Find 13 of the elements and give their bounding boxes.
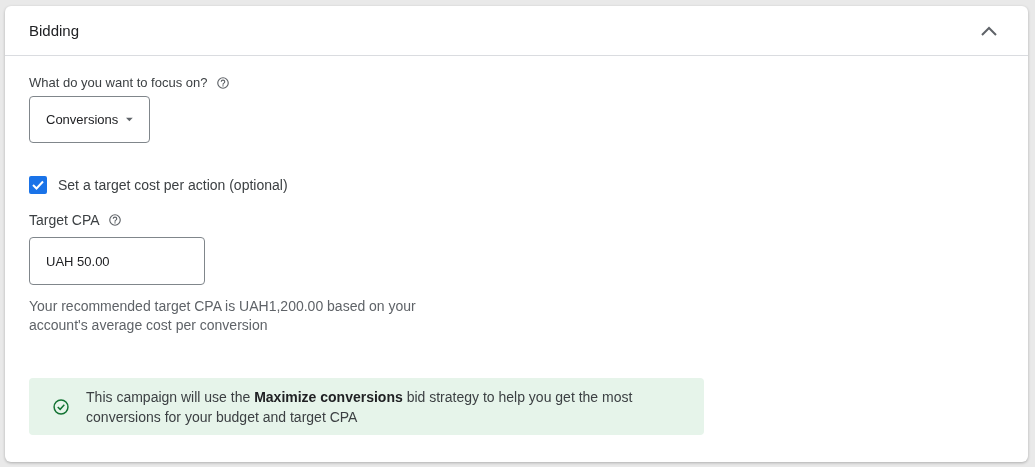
help-icon[interactable]: [215, 75, 230, 90]
checkbox[interactable]: [29, 176, 47, 194]
help-icon[interactable]: [107, 213, 122, 227]
focus-dropdown[interactable]: Conversions: [29, 96, 150, 143]
target-cpa-field[interactable]: UAH 50.00: [29, 237, 205, 285]
hint-text: Your recommended target CPA is UAH1,200.00 based on your account's average cost per conversion: [29, 297, 417, 335]
field-label: Target CPA: [29, 212, 100, 228]
checkbox-label: Set a target cost per action (optional): [58, 177, 288, 193]
caret-icon: [126, 117, 133, 122]
field-label: What do you want to focus on?: [29, 75, 208, 90]
chevron-icon: [980, 24, 998, 37]
card-title: Bidding: [29, 22, 80, 39]
notice-text: This campaign will use the Maximize conversions bid strategy to help you get the most conversions for your budget and target CPA: [86, 387, 634, 427]
